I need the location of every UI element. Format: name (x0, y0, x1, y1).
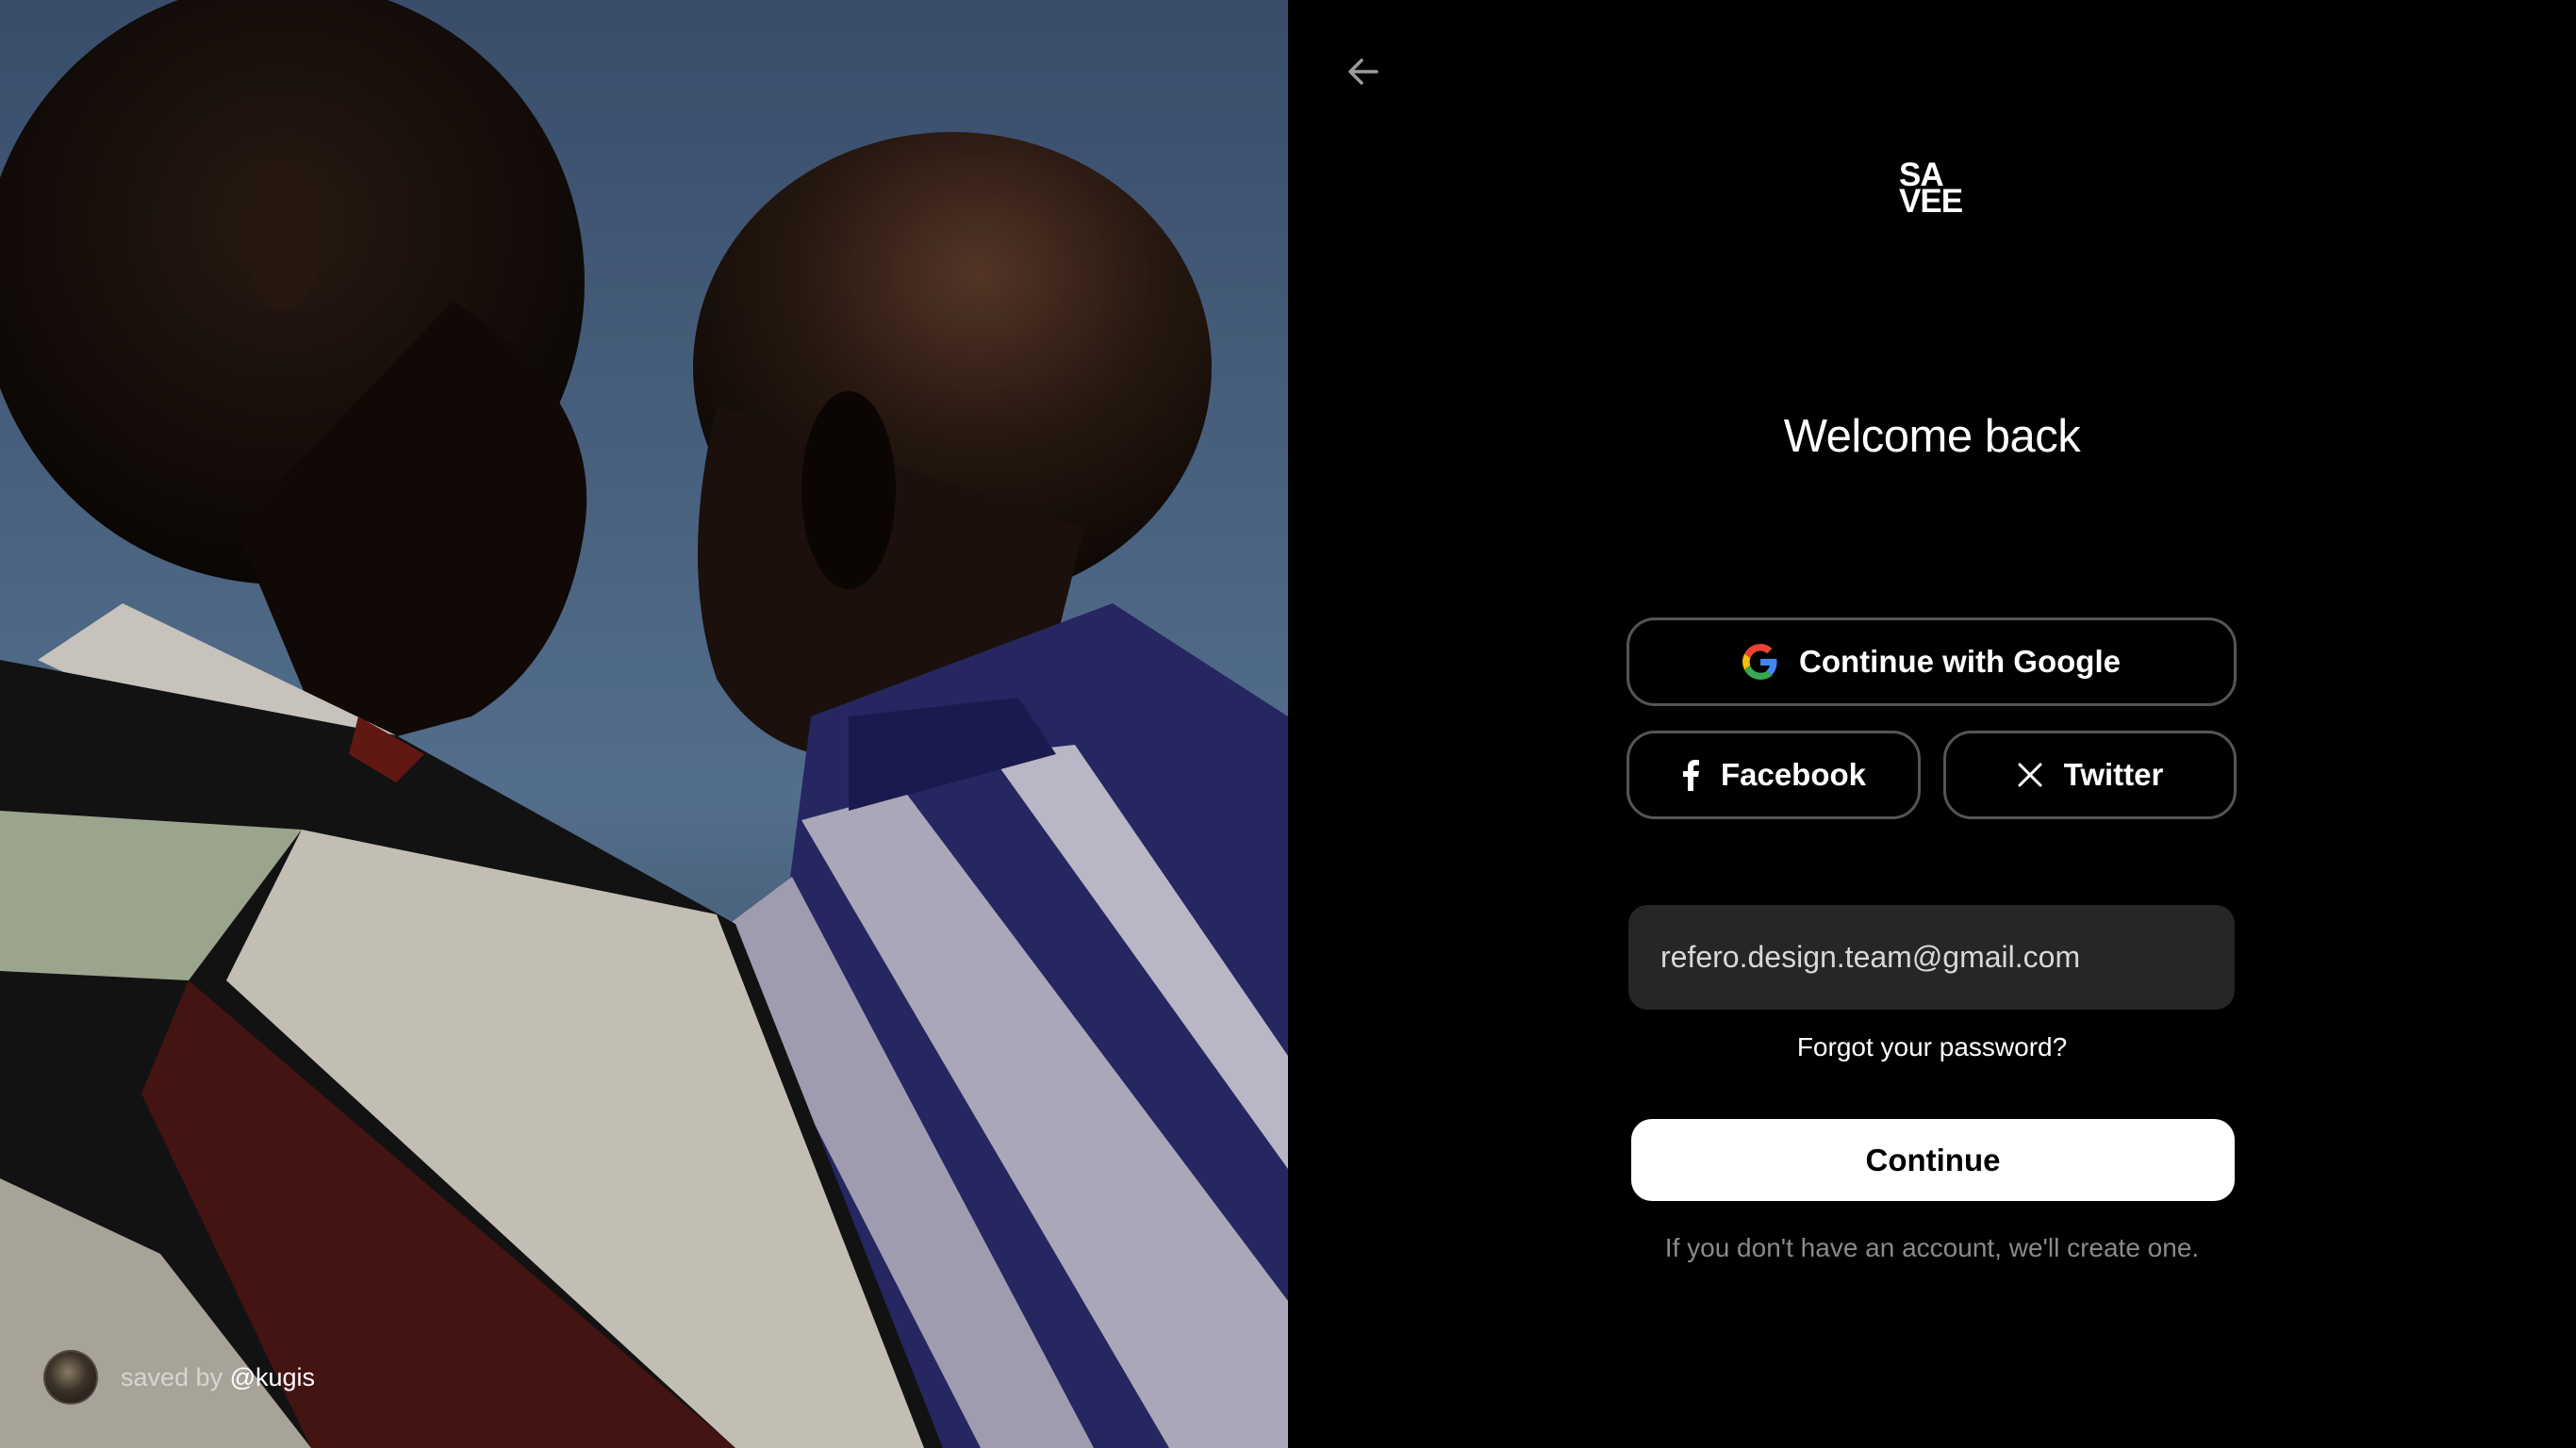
x-icon (2018, 763, 2042, 787)
saved-by-credit[interactable]: saved by @kugis (43, 1350, 315, 1405)
savee-logo: SA VEE (1899, 156, 1963, 220)
forgot-password-link[interactable]: Forgot your password? (1288, 1032, 2576, 1062)
hero-illustration (0, 0, 1288, 1448)
google-icon (1742, 644, 1777, 680)
continue-with-google-button[interactable]: Continue with Google (1627, 617, 2237, 706)
google-button-label: Continue with Google (1799, 644, 2121, 679)
login-page: saved by @kugis SA VEE Welcome back Cont… (0, 0, 2576, 1448)
email-value: refero.design.team@gmail.com (1660, 940, 2081, 974)
facebook-button-label: Facebook (1720, 757, 1867, 792)
login-panel: SA VEE Welcome back Continue with Google… (1288, 0, 2576, 1448)
hero-image-panel: saved by @kugis (0, 0, 1288, 1448)
continue-button[interactable]: Continue (1631, 1119, 2235, 1201)
twitter-button[interactable]: Twitter (1943, 731, 2237, 819)
email-field[interactable]: refero.design.team@gmail.com (1628, 905, 2235, 1010)
back-button[interactable] (1339, 47, 1388, 96)
facebook-button[interactable]: Facebook (1627, 731, 1921, 819)
twitter-button-label: Twitter (2063, 757, 2164, 792)
facebook-icon (1682, 760, 1699, 791)
continue-button-label: Continue (1865, 1142, 2001, 1177)
user-avatar[interactable] (43, 1350, 98, 1405)
arrow-left-icon (1348, 58, 1379, 85)
credit-username-link[interactable]: @kugis (230, 1363, 315, 1391)
page-title: Welcome back (1783, 411, 2081, 462)
credit-prefix: saved by (121, 1362, 223, 1391)
credit-text: saved by @kugis (121, 1363, 315, 1392)
account-creation-note: If you don't have an account, we'll crea… (1664, 1233, 2200, 1262)
